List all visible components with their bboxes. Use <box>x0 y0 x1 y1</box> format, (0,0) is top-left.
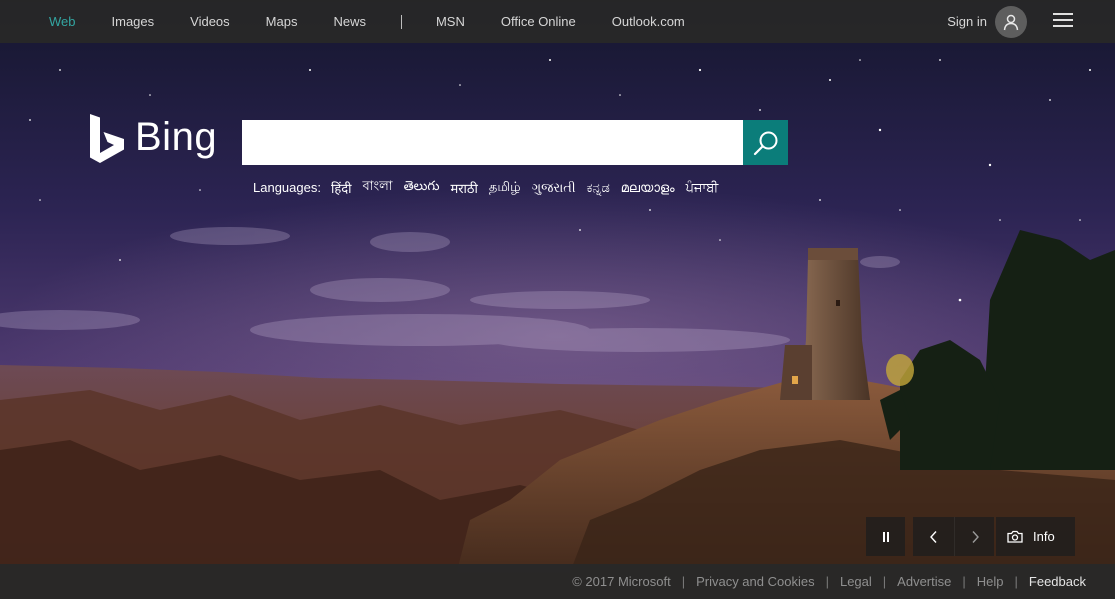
bing-logo-icon <box>90 114 124 163</box>
languages-label: Languages: <box>253 180 321 195</box>
image-info-button[interactable]: Info <box>996 517 1075 556</box>
language-link-bengali[interactable]: বাংলা <box>363 177 393 198</box>
footer-divider: | <box>882 574 887 589</box>
user-avatar-icon <box>995 5 1027 38</box>
nav-divider <box>400 14 402 29</box>
copyright-text: © 2017 Microsoft <box>572 574 671 589</box>
language-link-hindi[interactable]: हिंदी <box>331 179 352 197</box>
search-form <box>242 120 788 165</box>
nav-link-images[interactable]: Images <box>112 14 155 29</box>
hamburger-menu-icon[interactable] <box>1053 13 1073 29</box>
bing-homepage: Web Images Videos Maps News MSN Office O… <box>0 0 1115 599</box>
footer-link-legal[interactable]: Legal <box>840 574 872 589</box>
language-link-marathi[interactable]: मराठी <box>450 179 477 197</box>
search-icon <box>753 131 777 155</box>
nav-link-msn[interactable]: MSN <box>436 14 465 29</box>
footer-link-privacy[interactable]: Privacy and Cookies <box>696 574 815 589</box>
nav-link-web[interactable]: Web <box>49 14 76 29</box>
nav-link-videos[interactable]: Videos <box>190 14 230 29</box>
footer-divider: | <box>681 574 686 589</box>
next-image-button[interactable] <box>954 517 994 556</box>
nav-link-news[interactable]: News <box>333 14 366 29</box>
nav-link-maps[interactable]: Maps <box>266 14 298 29</box>
language-link-kannada[interactable]: ಕನ್ನಡ <box>587 180 610 196</box>
pause-icon <box>882 531 889 542</box>
footer-link-advertise[interactable]: Advertise <box>897 574 951 589</box>
previous-image-button[interactable] <box>913 517 954 556</box>
language-link-tamil[interactable]: தமிழ் <box>489 179 521 196</box>
bing-logo[interactable]: Bing <box>89 113 217 164</box>
top-navigation-bar: Web Images Videos Maps News MSN Office O… <box>0 0 1115 43</box>
chevron-left-icon <box>929 530 937 543</box>
camera-icon <box>1007 530 1023 543</box>
language-link-telugu[interactable]: తెలుగు <box>404 178 440 197</box>
info-label: Info <box>1033 529 1055 544</box>
sign-in-button[interactable]: Sign in <box>947 0 1027 43</box>
language-link-gujarati[interactable]: ગુજરાતી <box>532 180 576 196</box>
nav-link-outlook[interactable]: Outlook.com <box>612 14 685 29</box>
footer-link-feedback[interactable]: Feedback <box>1029 574 1086 589</box>
footer: © 2017 Microsoft | Privacy and Cookies |… <box>0 564 1115 599</box>
nav-link-office-online[interactable]: Office Online <box>501 14 576 29</box>
bing-logo-text: Bing <box>135 115 218 159</box>
sign-in-label: Sign in <box>947 14 987 29</box>
footer-divider: | <box>962 574 966 589</box>
footer-divider: | <box>1014 574 1018 589</box>
footer-link-help[interactable]: Help <box>977 574 1004 589</box>
background-image <box>0 0 1115 599</box>
search-button[interactable] <box>743 120 788 165</box>
language-link-malayalam[interactable]: മലയാളം <box>621 180 675 196</box>
language-links: Languages: हिंदी বাংলা తెలుగు मराठी தமிழ… <box>253 177 729 198</box>
footer-divider: | <box>825 574 829 589</box>
language-link-punjabi[interactable]: ਪੰਜਾਬੀ <box>686 180 719 196</box>
search-input[interactable] <box>242 120 743 165</box>
pause-button[interactable] <box>866 517 905 556</box>
chevron-right-icon <box>971 530 979 543</box>
nav-links: Web Images Videos Maps News MSN Office O… <box>0 0 721 43</box>
